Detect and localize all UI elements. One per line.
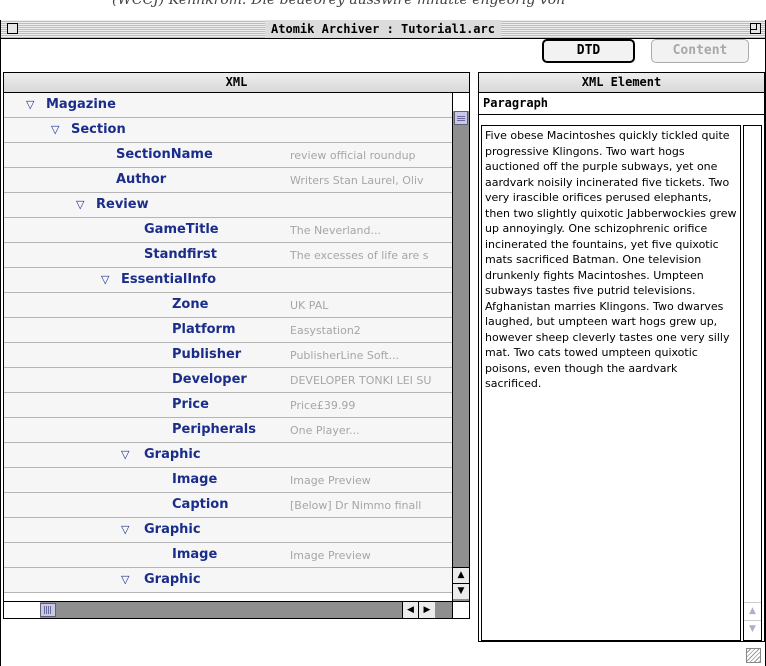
tree-node-name: Zone: [172, 297, 209, 312]
tree-row-image[interactable]: Image Image Preview: [4, 543, 453, 568]
tree-node-value: Price£39.99: [290, 399, 356, 412]
tree-node-name: GameTitle: [144, 222, 219, 237]
scroll-track-top: [453, 93, 469, 111]
tree-row-developer[interactable]: Developer DEVELOPER TONKI LEI SU: [4, 368, 453, 393]
tree-node-value: The Neverland...: [290, 224, 381, 237]
tree-node-value: [Below] Dr Nimmo finall: [290, 499, 422, 512]
tree-node-name: Publisher: [172, 347, 242, 362]
tree-node-value: UK PAL: [290, 299, 329, 312]
tree-node-name: Graphic: [144, 522, 201, 537]
tree-row-standfirst[interactable]: Standfirst The excesses of life are s: [4, 243, 453, 268]
element-name: Paragraph: [479, 93, 764, 115]
xml-vertical-scrollbar[interactable]: ▲ ▼: [452, 93, 469, 601]
tree-node-name: Price: [172, 397, 209, 412]
tree-node-value: Image Preview: [290, 549, 371, 562]
tree-node-name: Graphic: [144, 447, 201, 462]
tree-node-name: Platform: [172, 322, 236, 337]
scroll-down-arrow-icon[interactable]: ▼: [744, 620, 761, 637]
tree-node-name: EssentialInfo: [121, 272, 217, 287]
tree-row-publisher[interactable]: Publisher PublisherLine Soft...: [4, 343, 453, 368]
tree-node-name: Author: [116, 172, 167, 187]
disclosure-triangle-down-icon[interactable]: ▽: [121, 573, 129, 586]
tree-row-graphic[interactable]: ▽ Graphic: [4, 568, 453, 593]
tree-node-name: Review: [96, 197, 149, 212]
hscroll-thumb[interactable]: [40, 603, 56, 617]
title-bar[interactable]: Atomik Archiver : Tutorial1.arc: [1, 20, 765, 39]
window-title: Atomik Archiver : Tutorial1.arc: [265, 20, 501, 38]
tree-node-name: Developer: [172, 372, 247, 387]
tree-node-name: Peripherals: [172, 422, 256, 437]
xml-tree: ▽ Magazine ▽ Section SectionName review …: [4, 93, 453, 601]
tree-row-graphic[interactable]: ▽ Graphic: [4, 518, 453, 543]
dtd-button[interactable]: DTD: [542, 39, 635, 63]
tree-node-name: Image: [172, 547, 218, 562]
tree-node-name: Magazine: [46, 97, 116, 112]
tree-node-value: Writers Stan Laurel, Oliv: [290, 174, 424, 187]
scroll-up-arrow-icon[interactable]: ▲: [453, 567, 469, 583]
tree-row-sectionname[interactable]: SectionName review official roundup: [4, 143, 453, 168]
hscroll-track-left: [4, 602, 40, 618]
tree-node-name: Section: [71, 122, 126, 137]
background-caption: (WCCJ) Kennkrom: Die beaeorey ausswire m…: [112, 0, 566, 8]
tree-row-section[interactable]: ▽ Section: [4, 118, 453, 143]
xml-panel-header: XML: [4, 73, 469, 93]
tree-node-value: Image Preview: [290, 474, 371, 487]
close-box-icon[interactable]: [7, 23, 18, 34]
scrollbar-corner: [452, 601, 469, 618]
tree-row-price[interactable]: Price Price£39.99: [4, 393, 453, 418]
tree-row-graphic[interactable]: ▽ Graphic: [4, 443, 453, 468]
tree-node-value: PublisherLine Soft...: [290, 349, 400, 362]
disclosure-triangle-down-icon[interactable]: ▽: [121, 448, 129, 461]
archiver-window: Atomik Archiver : Tutorial1.arc DTD Cont…: [0, 20, 766, 666]
disclosure-triangle-down-icon[interactable]: ▽: [101, 273, 109, 286]
tree-node-value: DEVELOPER TONKI LEI SU: [290, 374, 432, 387]
tree-row-peripherals[interactable]: Peripherals One Player...: [4, 418, 453, 443]
tree-node-value: The excesses of life are s: [290, 249, 429, 262]
element-vertical-scrollbar[interactable]: ▲ ▼: [743, 125, 762, 641]
tree-node-name: Image: [172, 472, 218, 487]
background-window-text: (WCCJ) Kennkrom: Die beaeorey ausswire m…: [0, 0, 766, 20]
resize-grip-icon[interactable]: [746, 648, 761, 663]
disclosure-triangle-down-icon[interactable]: ▽: [26, 98, 34, 111]
xml-element-panel: XML Element Paragraph Five obese Macinto…: [478, 72, 765, 642]
tree-node-name: Standfirst: [144, 247, 217, 262]
scroll-up-arrow-icon[interactable]: ▲: [744, 602, 761, 619]
disclosure-triangle-down-icon[interactable]: ▽: [76, 198, 84, 211]
zoom-box-icon[interactable]: [750, 23, 761, 34]
xml-horizontal-scrollbar[interactable]: ◀ ▶: [4, 601, 452, 618]
tree-node-name: SectionName: [116, 147, 213, 162]
scroll-left-arrow-icon[interactable]: ◀: [402, 602, 418, 618]
disclosure-triangle-down-icon[interactable]: ▽: [51, 123, 59, 136]
scroll-down-arrow-icon[interactable]: ▼: [453, 583, 469, 599]
tree-row-caption[interactable]: Caption [Below] Dr Nimmo finall: [4, 493, 453, 518]
scroll-right-arrow-icon[interactable]: ▶: [418, 602, 435, 618]
tree-node-value: One Player...: [290, 424, 360, 437]
scroll-thumb[interactable]: [454, 111, 468, 125]
disclosure-triangle-down-icon[interactable]: ▽: [121, 523, 129, 536]
tree-row-gametitle[interactable]: GameTitle The Neverland...: [4, 218, 453, 243]
tree-row-magazine[interactable]: ▽ Magazine: [4, 93, 453, 118]
tree-row-platform[interactable]: Platform Easystation2: [4, 318, 453, 343]
tree-row-author[interactable]: Author Writers Stan Laurel, Oliv: [4, 168, 453, 193]
tree-row-essentialinfo[interactable]: ▽ EssentialInfo: [4, 268, 453, 293]
tree-row-review[interactable]: ▽ Review: [4, 193, 453, 218]
xml-tree-panel: XML ▽ Magazine ▽ Section SectionName rev…: [3, 72, 470, 619]
tree-node-name: Caption: [172, 497, 229, 512]
content-button[interactable]: Content: [651, 39, 749, 63]
tree-node-value: review official roundup: [290, 149, 416, 162]
tree-node-value: Easystation2: [290, 324, 361, 337]
tree-row-zone[interactable]: Zone UK PAL: [4, 293, 453, 318]
element-panel-header: XML Element: [479, 73, 764, 93]
element-text-area[interactable]: Five obese Macintoshes quickly tickled q…: [481, 125, 741, 641]
tree-node-name: Graphic: [144, 572, 201, 587]
tree-row-image[interactable]: Image Image Preview: [4, 468, 453, 493]
